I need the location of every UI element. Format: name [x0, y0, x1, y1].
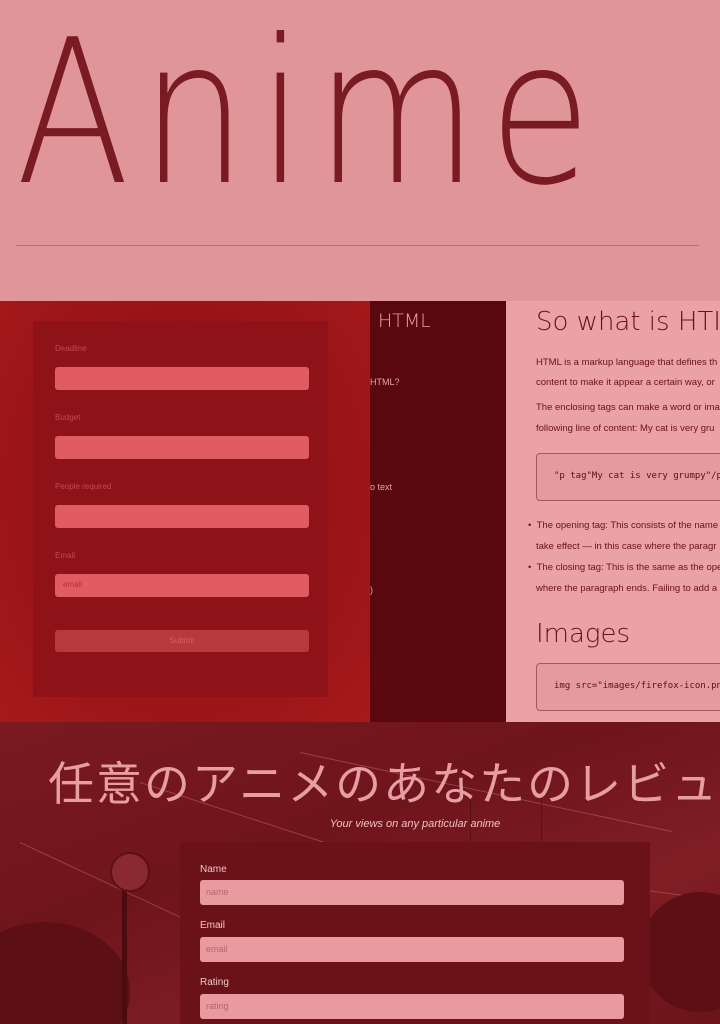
html-doc-panel: So what is HTI HTML is a markup language…	[506, 301, 720, 722]
rating-placeholder: rating	[206, 1001, 229, 1011]
project-form: Deadline Budget People required Email em…	[33, 321, 328, 697]
doc-para2-line1: The enclosing tags can make a word or im…	[536, 402, 720, 413]
budget-label: Budget	[55, 413, 81, 422]
code-block-p: "p tag"My cat is very grumpy"/p	[536, 453, 720, 501]
nav-title: HTML	[378, 310, 431, 332]
bullet-opening-text: The opening tag: This consists of the na…	[536, 520, 719, 531]
bullet-opening-line2: take effect — in this case where the par…	[536, 541, 717, 552]
nav-item-3[interactable]: )	[370, 585, 373, 595]
hero-section: Anime	[0, 0, 720, 301]
review-subtitle: Your views on any particular anime	[329, 818, 501, 830]
review-email-input[interactable]: email	[200, 937, 624, 962]
review-email-label: Email	[200, 920, 226, 931]
deadline-input[interactable]	[55, 367, 309, 390]
deadline-label: Deadline	[55, 344, 87, 353]
budget-input[interactable]	[55, 436, 309, 459]
html-nav-panel: HTML HTML? o text )	[370, 301, 506, 722]
nav-item-text[interactable]: o text	[370, 482, 392, 492]
people-required-input[interactable]	[55, 505, 309, 528]
people-required-label: People required	[55, 482, 112, 491]
nav-item-html[interactable]: HTML?	[370, 377, 400, 387]
doc-para1-line2: content to make it appear a certain way,…	[536, 377, 715, 388]
email-input[interactable]: email	[55, 574, 309, 597]
review-section: 任意のアニメのあなたのレビュ Your views on any particu…	[0, 722, 720, 1024]
hero-title: Anime	[16, 0, 603, 230]
code-img-text: img src="images/firefox-icon.pn	[554, 681, 720, 691]
review-email-placeholder: email	[206, 944, 228, 954]
name-placeholder: name	[206, 887, 229, 897]
bullet-closing-line2: where the paragraph ends. Failing to add…	[536, 583, 718, 594]
bullet-opening-line1: • The opening tag: This consists of the …	[528, 520, 719, 531]
project-form-section: Deadline Budget People required Email em…	[0, 301, 370, 722]
bullet-closing-line1: • The closing tag: This is the same as t…	[528, 562, 720, 573]
code-p-text: "p tag"My cat is very grumpy"/p	[554, 471, 720, 481]
doc-para2-line2: following line of content: My cat is ver…	[536, 423, 715, 434]
review-form: Name name Email email Rating rating	[180, 842, 650, 1024]
doc-para1-line1: HTML is a markup language that defines t…	[536, 357, 718, 368]
background-tree	[0, 922, 130, 1024]
code-block-img: img src="images/firefox-icon.pn	[536, 663, 720, 711]
rating-input[interactable]: rating	[200, 994, 624, 1019]
email-placeholder: email	[63, 580, 83, 589]
rating-label: Rating	[200, 977, 229, 988]
name-label: Name	[200, 864, 227, 875]
bullet-closing-text: The closing tag: This is the same as the…	[536, 562, 720, 573]
images-heading: Images	[536, 619, 631, 649]
sign-pole	[122, 872, 127, 1024]
hero-divider	[16, 245, 699, 246]
road-sign-icon	[110, 852, 150, 892]
name-input[interactable]: name	[200, 880, 624, 905]
submit-button[interactable]: Submit	[55, 630, 309, 652]
background-tree	[640, 892, 720, 1012]
email-label: Email	[55, 551, 76, 560]
review-title: 任意のアニメのあなたのレビュ	[48, 757, 720, 811]
doc-heading: So what is HTI	[536, 307, 720, 337]
